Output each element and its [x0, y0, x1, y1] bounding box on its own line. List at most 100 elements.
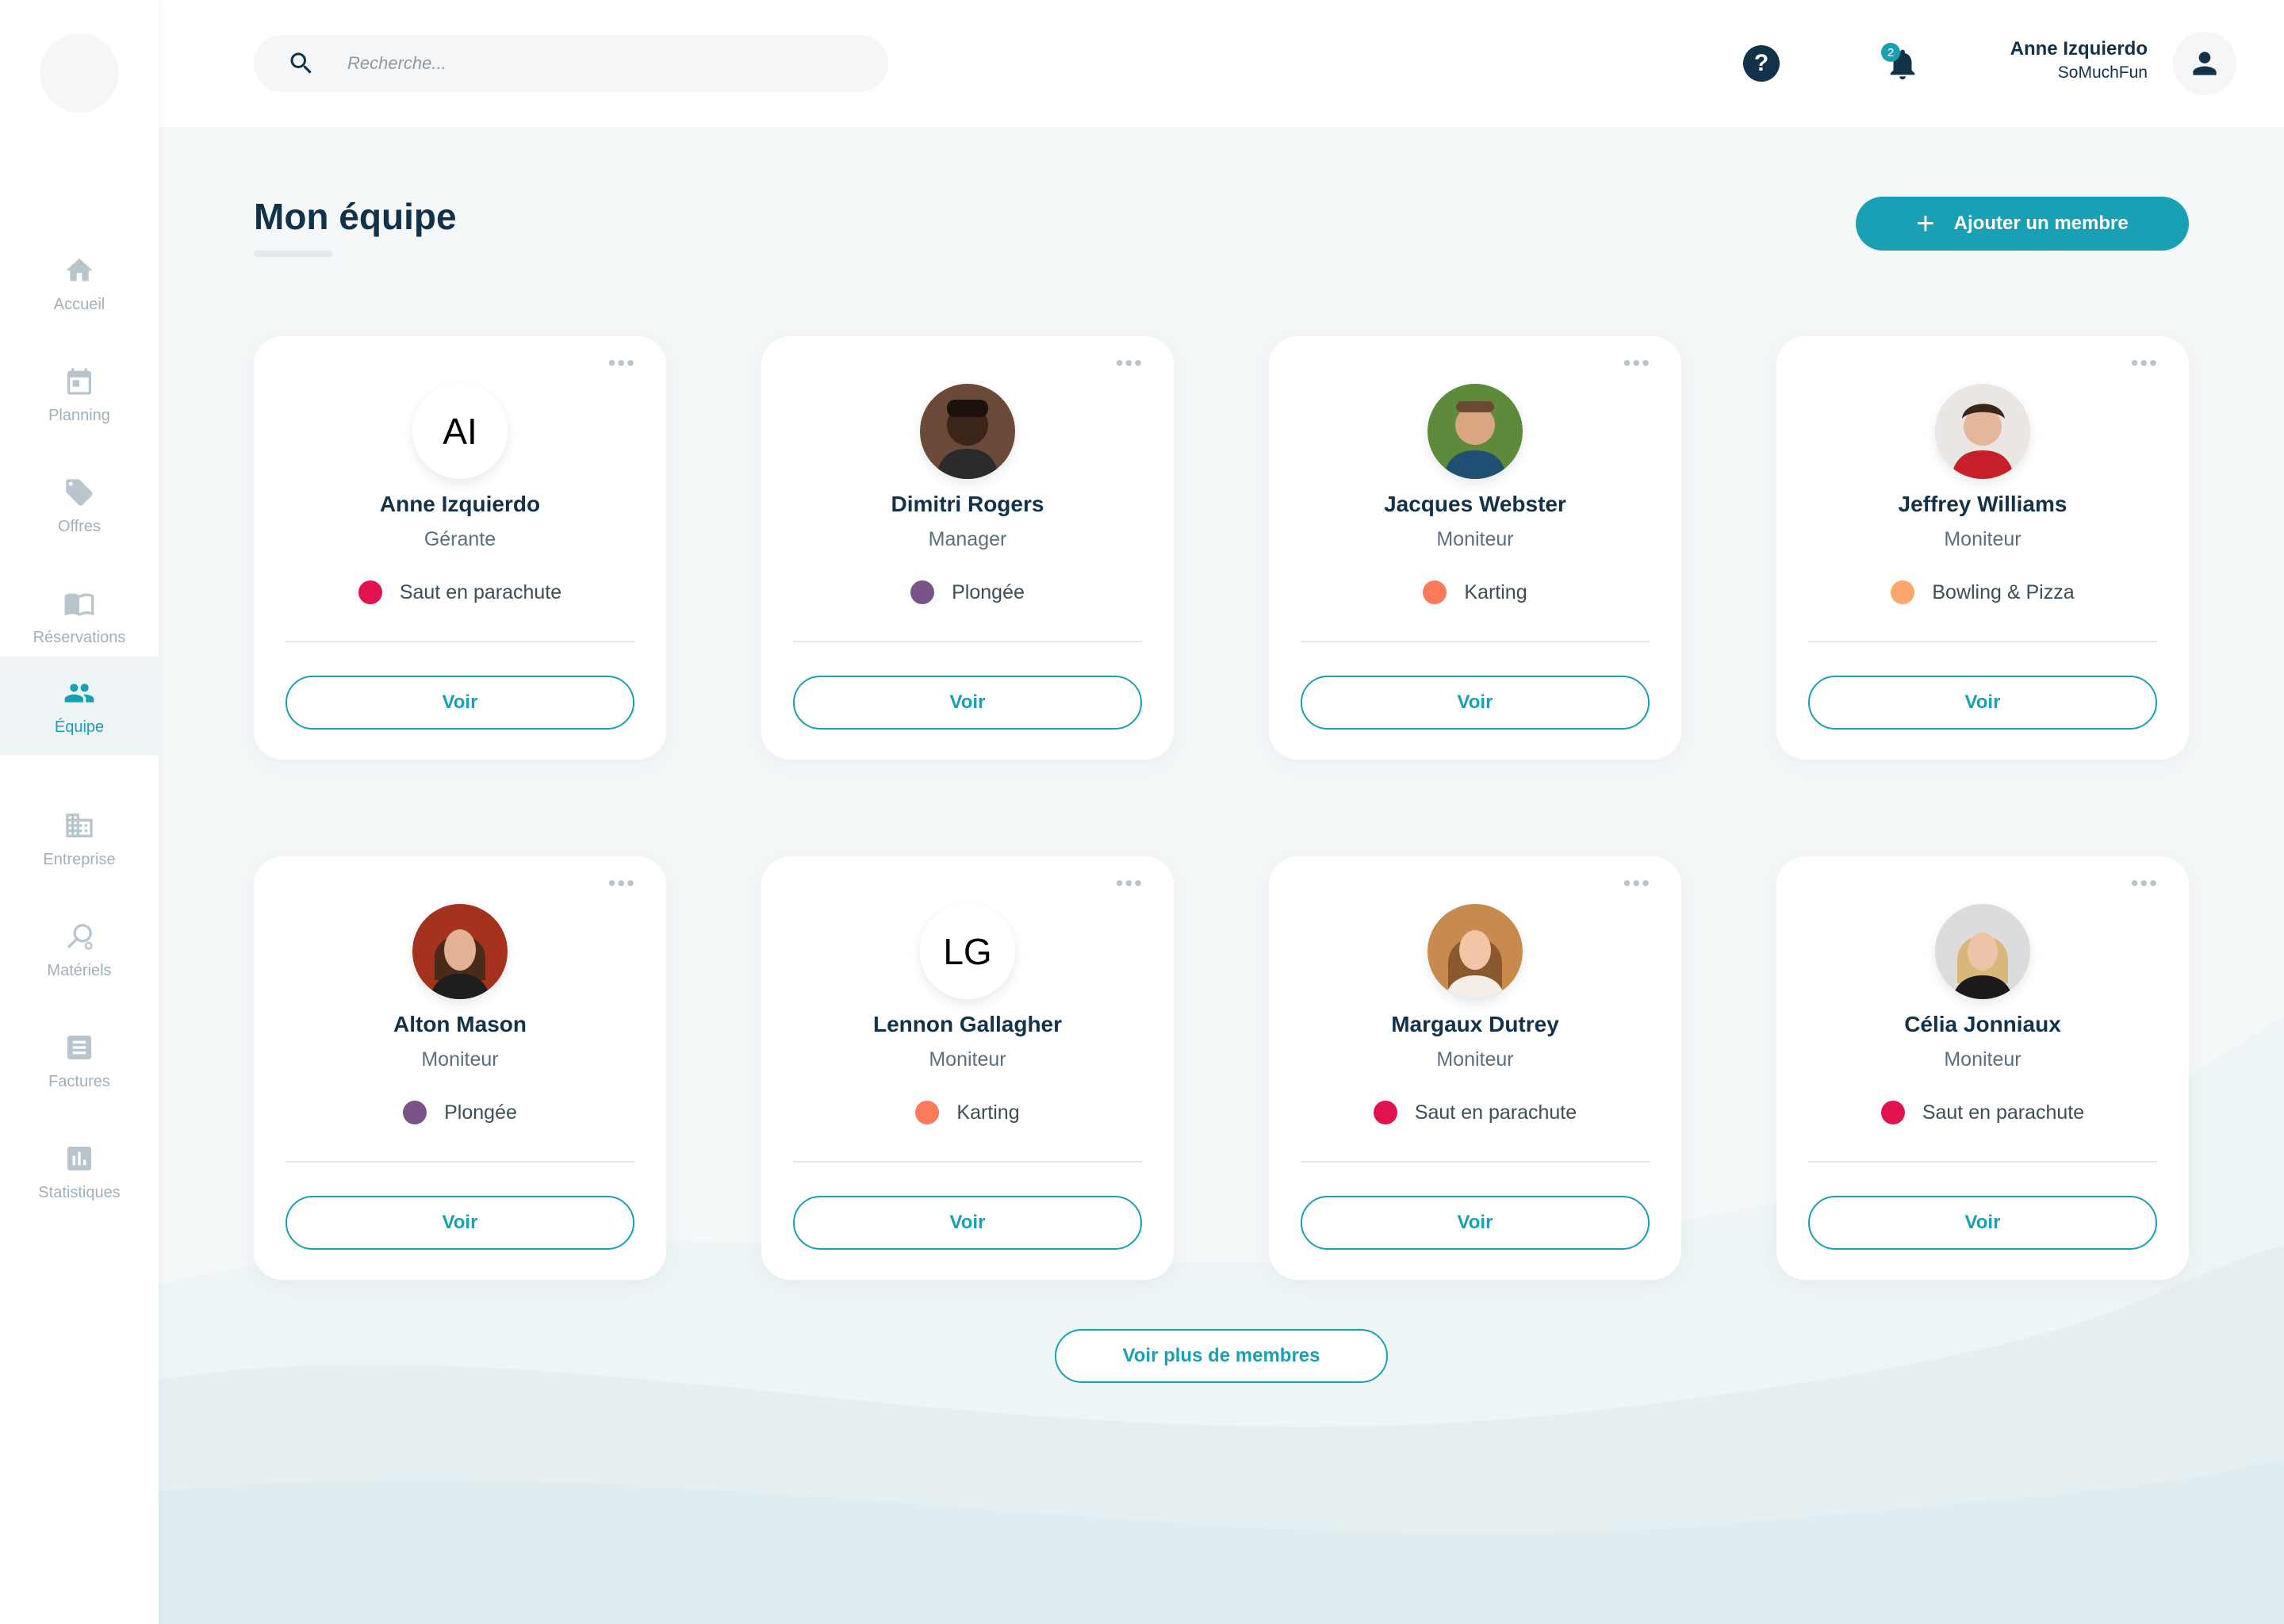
member-card: ••• Dimitri Rogers Manager Plongée Voir: [761, 336, 1174, 760]
member-card: ••• LG Lennon Gallagher Moniteur Karting…: [761, 856, 1174, 1280]
view-member-button[interactable]: Voir: [1808, 676, 2157, 730]
sidebar-item-label: Réservations: [33, 628, 126, 646]
notifications-button[interactable]: 2: [1880, 41, 1924, 86]
sidebar-item-statistiques[interactable]: Statistiques: [0, 1122, 159, 1220]
racket-icon: [62, 919, 97, 954]
member-card: ••• Alton Mason Moniteur Plongée Voir: [254, 856, 666, 1280]
activity-color-dot: [1423, 580, 1447, 604]
building-icon: [62, 808, 97, 843]
avatar-photo: [1428, 904, 1523, 999]
sidebar-item-factures[interactable]: Factures: [0, 1011, 159, 1109]
team-icon: [62, 676, 97, 710]
more-options-icon[interactable]: •••: [1116, 872, 1144, 894]
activity-label: Saut en parachute: [399, 580, 562, 603]
divider: [286, 641, 634, 642]
view-member-button[interactable]: Voir: [793, 1196, 1142, 1250]
calendar-icon: [62, 364, 97, 399]
member-role: Moniteur: [1436, 1048, 1514, 1071]
member-name: Lennon Gallagher: [872, 1012, 1063, 1036]
person-photo: [1428, 904, 1523, 999]
member-activity: Saut en parachute: [1776, 1101, 2189, 1124]
user-info[interactable]: Anne Izquierdo SoMuchFun: [1959, 38, 2148, 82]
member-role: Moniteur: [1944, 1048, 2021, 1071]
view-member-button[interactable]: Voir: [793, 676, 1142, 730]
person-photo: [920, 384, 1015, 479]
sidebar-item-label: Offres: [57, 517, 102, 535]
sidebar-item-accueil[interactable]: Accueil: [0, 234, 159, 332]
more-options-icon[interactable]: •••: [608, 872, 636, 894]
search-icon[interactable]: [286, 48, 317, 79]
plus-icon: +: [1916, 206, 1935, 241]
load-more-members-button[interactable]: Voir plus de membres: [1055, 1329, 1388, 1383]
member-role: Moniteur: [1944, 528, 2021, 550]
more-options-icon[interactable]: •••: [1116, 352, 1144, 374]
tag-icon: [62, 475, 97, 510]
member-name: Anne Izquierdo: [379, 492, 541, 516]
activity-color-dot: [358, 580, 382, 604]
sidebar-item-label: Planning: [48, 406, 110, 424]
more-options-icon[interactable]: •••: [2131, 872, 2159, 894]
user-avatar[interactable]: [2173, 32, 2236, 95]
member-activity: Saut en parachute: [1269, 1101, 1681, 1124]
member-card: ••• Célia Jonniaux Moniteur Saut en para…: [1776, 856, 2189, 1280]
more-options-icon[interactable]: •••: [608, 352, 636, 374]
title-underline: [254, 251, 333, 257]
sidebar-item-reservations[interactable]: Réservations: [0, 567, 159, 665]
more-options-icon[interactable]: •••: [1623, 352, 1651, 374]
page-title: Mon équipe: [254, 196, 457, 237]
sidebar-item-entreprise[interactable]: Entreprise: [0, 789, 159, 887]
member-card: ••• Margaux Dutrey Moniteur Saut en para…: [1269, 856, 1681, 1280]
user-name: Anne Izquierdo: [2010, 38, 2148, 59]
avatar-initials: AI: [443, 411, 477, 452]
home-icon: [62, 253, 97, 288]
logo[interactable]: [40, 33, 119, 113]
help-button[interactable]: ?: [1743, 45, 1780, 82]
sidebar: Accueil Planning Offres Réservations Équ…: [0, 0, 159, 1624]
view-member-button[interactable]: Voir: [286, 1196, 634, 1250]
sidebar-item-label: Accueil: [53, 295, 105, 313]
member-name: Jacques Webster: [1384, 492, 1566, 516]
sidebar-item-offres[interactable]: Offres: [0, 456, 159, 554]
activity-color-dot: [910, 580, 935, 604]
divider: [1301, 1161, 1650, 1162]
activity-label: Plongée: [952, 580, 1025, 603]
activity-color-dot: [1373, 1101, 1397, 1124]
divider: [1808, 641, 2157, 642]
member-card: ••• AI Anne Izquierdo Gérante Saut en pa…: [254, 336, 666, 760]
add-member-button[interactable]: + Ajouter un membre: [1856, 197, 2189, 251]
more-options-icon[interactable]: •••: [2131, 352, 2159, 374]
sidebar-item-equipe[interactable]: Équipe: [0, 657, 159, 755]
member-name: Célia Jonniaux: [1904, 1012, 2061, 1036]
view-member-button[interactable]: Voir: [1808, 1196, 2157, 1250]
more-options-icon[interactable]: •••: [1623, 872, 1651, 894]
chart-icon: [62, 1141, 97, 1176]
activity-label: Saut en parachute: [1922, 1101, 2085, 1124]
sidebar-item-planning[interactable]: Planning: [0, 345, 159, 443]
activity-color-dot: [1891, 580, 1915, 604]
member-name: Jeffrey Williams: [1898, 492, 2067, 516]
view-member-button[interactable]: Voir: [286, 676, 634, 730]
activity-label: Plongée: [444, 1101, 517, 1124]
avatar-initials: LG: [943, 931, 992, 972]
user-company: SoMuchFun: [2057, 63, 2148, 82]
view-member-button[interactable]: Voir: [1301, 676, 1650, 730]
member-activity: Karting: [761, 1101, 1174, 1124]
member-activity: Saut en parachute: [254, 580, 666, 604]
view-member-button[interactable]: Voir: [1301, 1196, 1650, 1250]
activity-color-dot: [403, 1101, 427, 1124]
member-name: Alton Mason: [393, 1012, 527, 1036]
member-name: Margaux Dutrey: [1391, 1012, 1559, 1036]
search-input[interactable]: [347, 53, 823, 74]
member-activity: Plongée: [761, 580, 1174, 604]
member-role: Gérante: [423, 528, 496, 550]
person-photo: [412, 904, 508, 999]
avatar: LG: [920, 904, 1015, 999]
member-card: ••• Jacques Webster Moniteur Karting Voi…: [1269, 336, 1681, 760]
person-photo: [1935, 904, 2030, 999]
avatar-photo: [412, 904, 508, 999]
top-bar: ? 2 Anne Izquierdo SoMuchFun: [159, 0, 2284, 127]
divider: [1808, 1161, 2157, 1162]
sidebar-item-materiels[interactable]: Matériels: [0, 900, 159, 998]
divider: [1301, 641, 1650, 642]
person-photo: [1428, 384, 1523, 479]
